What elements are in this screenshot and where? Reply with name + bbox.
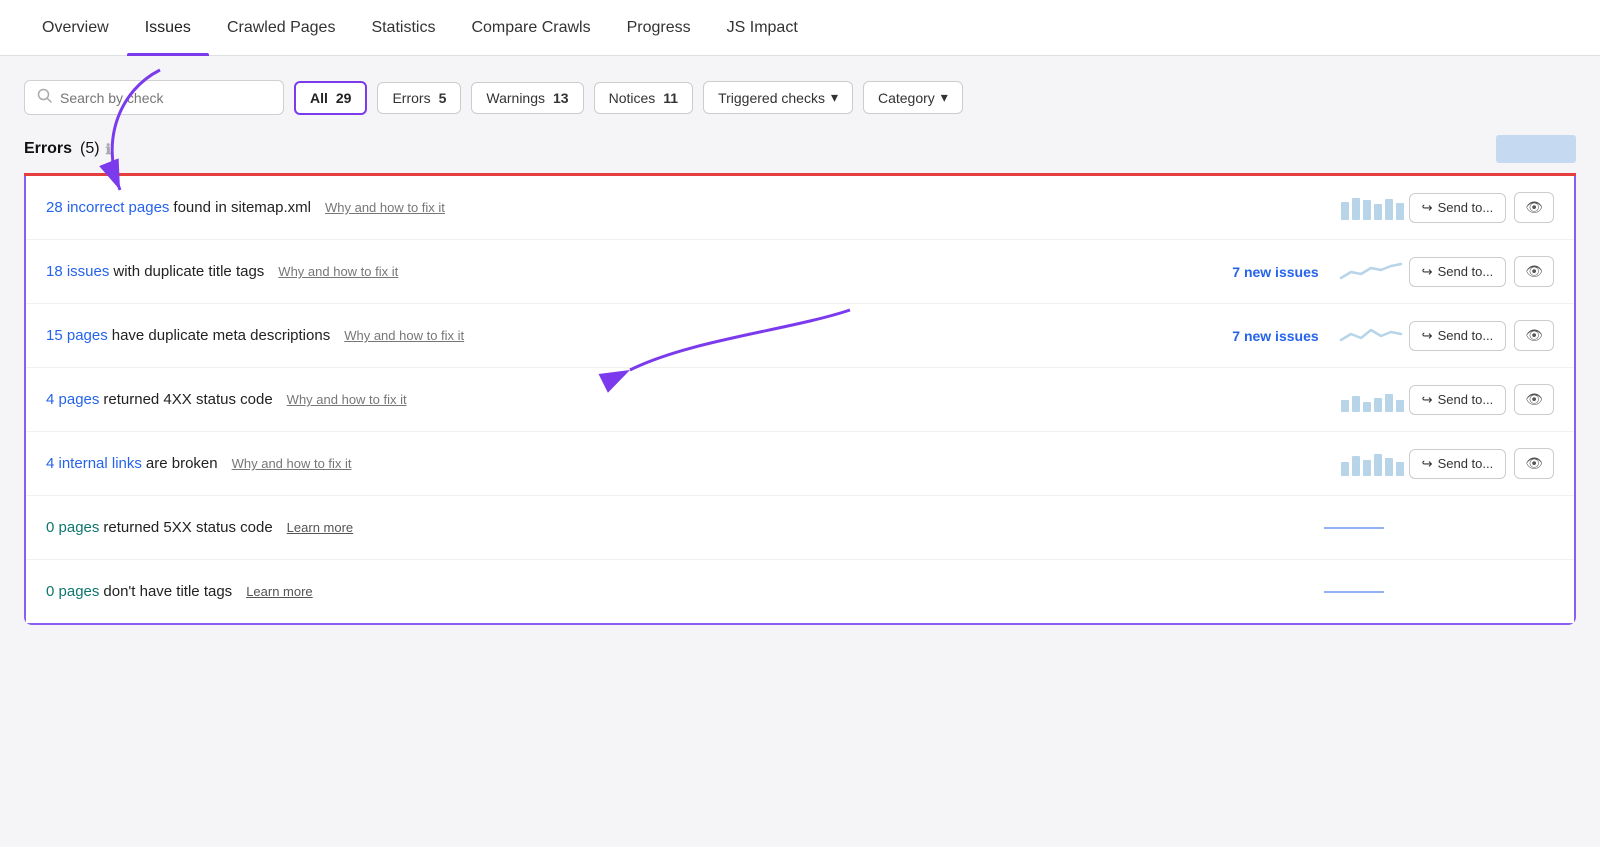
issue-chart	[1339, 258, 1409, 286]
section-title: Errors (5) ℹ	[24, 140, 111, 158]
issue-description: 18 issues with duplicate title tags Why …	[46, 263, 1179, 280]
issues-container: 28 incorrect pages found in sitemap.xml …	[24, 176, 1576, 625]
issue-link[interactable]: 18 issues	[46, 263, 109, 280]
nav-item-statistics[interactable]: Statistics	[353, 1, 453, 55]
chevron-down-icon: ▾	[831, 89, 838, 106]
issue-actions: ↪ Send to... 👁	[1409, 320, 1554, 351]
issue-chart	[1339, 322, 1409, 350]
issue-chart	[1339, 450, 1409, 478]
issue-description: 0 pages returned 5XX status code Learn m…	[46, 519, 1164, 536]
eye-button[interactable]: 👁	[1514, 192, 1554, 223]
filter-errors-button[interactable]: Errors 5	[377, 82, 461, 114]
issue-link[interactable]: 15 pages	[46, 327, 108, 344]
category-dropdown[interactable]: Category ▾	[863, 81, 963, 114]
issue-description: 4 pages returned 4XX status code Why and…	[46, 391, 1179, 408]
new-issues-badge: 7 new issues	[1232, 264, 1318, 280]
eye-button[interactable]: 👁	[1514, 384, 1554, 415]
top-nav: Overview Issues Crawled Pages Statistics…	[0, 0, 1600, 56]
issue-actions: ↪ Send to... 👁	[1409, 256, 1554, 287]
send-icon: ↪	[1422, 392, 1433, 408]
eye-button[interactable]: 👁	[1514, 448, 1554, 479]
nav-item-progress[interactable]: Progress	[609, 1, 709, 55]
issue-link[interactable]: 0 pages	[46, 519, 99, 536]
eye-button[interactable]: 👁	[1514, 256, 1554, 287]
send-icon: ↪	[1422, 264, 1433, 280]
issue-description: 4 internal links are broken Why and how …	[46, 455, 1179, 472]
table-row: 4 internal links are broken Why and how …	[26, 432, 1574, 496]
eye-icon: 👁	[1525, 327, 1543, 343]
issue-actions: ↪ Send to... 👁	[1409, 384, 1554, 415]
send-to-button[interactable]: ↪ Send to...	[1409, 385, 1507, 415]
issue-description: 0 pages don't have title tags Learn more	[46, 583, 1164, 600]
nav-item-overview[interactable]: Overview	[24, 1, 127, 55]
eye-icon: 👁	[1525, 391, 1543, 407]
learn-more-link[interactable]: Learn more	[287, 520, 353, 535]
chevron-down-icon: ▾	[941, 89, 948, 106]
fix-link[interactable]: Why and how to fix it	[287, 392, 407, 407]
nav-item-crawled-pages[interactable]: Crawled Pages	[209, 1, 354, 55]
issue-link[interactable]: 4 pages	[46, 391, 99, 408]
eye-icon: 👁	[1525, 199, 1543, 215]
main-content: All 29 Errors 5 Warnings 13 Notices 11 T…	[0, 56, 1600, 847]
issue-actions: ↪ Send to... 👁	[1409, 448, 1554, 479]
section-chart	[1496, 135, 1576, 163]
table-row: 0 pages returned 5XX status code Learn m…	[26, 496, 1574, 560]
errors-section-header: Errors (5) ℹ	[24, 135, 1576, 173]
fix-link[interactable]: Why and how to fix it	[344, 328, 464, 343]
triggered-checks-dropdown[interactable]: Triggered checks ▾	[703, 81, 853, 114]
issue-link[interactable]: 4 internal links	[46, 455, 142, 472]
table-row: 4 pages returned 4XX status code Why and…	[26, 368, 1574, 432]
nav-item-compare-crawls[interactable]: Compare Crawls	[453, 1, 608, 55]
send-to-button[interactable]: ↪ Send to...	[1409, 257, 1507, 287]
new-issues-cell: 7 new issues	[1179, 328, 1339, 344]
send-icon: ↪	[1422, 456, 1433, 472]
search-icon	[37, 88, 52, 107]
learn-more-link[interactable]: Learn more	[246, 584, 312, 599]
issue-link[interactable]: 28 incorrect pages	[46, 199, 169, 216]
fix-link[interactable]: Why and how to fix it	[232, 456, 352, 471]
table-row: 18 issues with duplicate title tags Why …	[26, 240, 1574, 304]
fix-link[interactable]: Why and how to fix it	[278, 264, 398, 279]
send-to-button[interactable]: ↪ Send to...	[1409, 193, 1507, 223]
nav-item-js-impact[interactable]: JS Impact	[709, 1, 816, 55]
send-icon: ↪	[1422, 200, 1433, 216]
new-issues-cell: 7 new issues	[1179, 264, 1339, 280]
issue-description: 15 pages have duplicate meta description…	[46, 327, 1179, 344]
table-row: 28 incorrect pages found in sitemap.xml …	[26, 176, 1574, 240]
issue-actions: ↪ Send to... 👁	[1409, 192, 1554, 223]
table-row: 15 pages have duplicate meta description…	[26, 304, 1574, 368]
filter-notices-button[interactable]: Notices 11	[594, 82, 694, 114]
issue-link[interactable]: 0 pages	[46, 583, 99, 600]
send-icon: ↪	[1422, 328, 1433, 344]
zero-chart	[1324, 578, 1394, 606]
search-input[interactable]	[60, 90, 271, 106]
search-box	[24, 80, 284, 115]
table-row: 0 pages don't have title tags Learn more…	[26, 560, 1574, 623]
eye-icon: 👁	[1525, 263, 1543, 279]
eye-icon: 👁	[1525, 455, 1543, 471]
issue-chart	[1339, 194, 1409, 222]
filter-all-button[interactable]: All 29	[294, 81, 367, 115]
send-to-button[interactable]: ↪ Send to...	[1409, 449, 1507, 479]
nav-item-issues[interactable]: Issues	[127, 1, 209, 55]
issue-description: 28 incorrect pages found in sitemap.xml …	[46, 199, 1179, 216]
eye-button[interactable]: 👁	[1514, 320, 1554, 351]
fix-link[interactable]: Why and how to fix it	[325, 200, 445, 215]
info-icon: ℹ	[106, 141, 111, 158]
zero-chart	[1324, 514, 1394, 542]
issue-chart	[1339, 386, 1409, 414]
filter-warnings-button[interactable]: Warnings 13	[471, 82, 583, 114]
filter-bar: All 29 Errors 5 Warnings 13 Notices 11 T…	[24, 80, 1576, 115]
send-to-button[interactable]: ↪ Send to...	[1409, 321, 1507, 351]
new-issues-badge: 7 new issues	[1232, 328, 1318, 344]
